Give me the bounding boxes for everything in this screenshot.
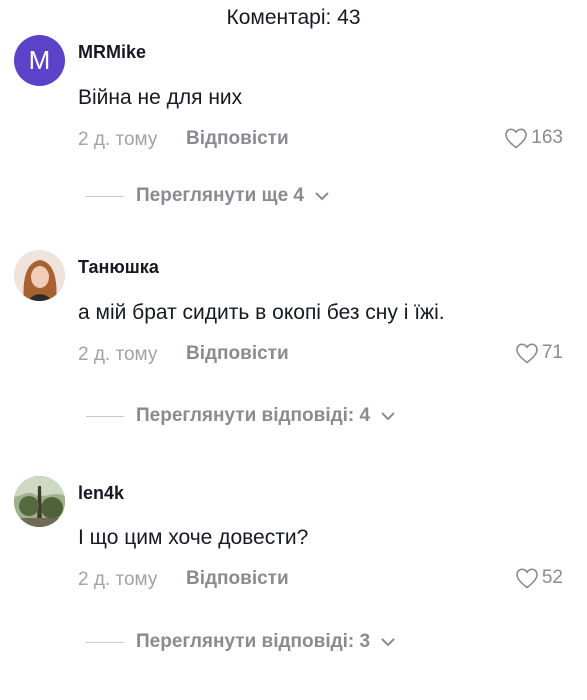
heart-icon	[516, 568, 538, 589]
view-replies-label: Переглянути ще 4	[136, 185, 304, 206]
like-count: 71	[541, 342, 563, 363]
divider-line	[86, 415, 124, 417]
comments-count-title: Коментарі: 43	[226, 6, 361, 29]
divider-line	[86, 641, 124, 643]
chevron-down-icon	[381, 412, 395, 421]
avatar[interactable]: M	[14, 35, 65, 86]
view-replies-button[interactable]: Переглянути відповіді: 3	[86, 631, 396, 653]
heart-icon	[516, 343, 538, 364]
view-replies-button[interactable]: Переглянути відповіді: 4	[86, 405, 396, 427]
comment-username[interactable]: Танюшка	[78, 257, 159, 278]
view-replies-button[interactable]: Переглянути ще 4	[86, 185, 330, 207]
chevron-down-icon	[315, 192, 329, 201]
comment-time: 2 д. тому	[78, 569, 158, 590]
comment-text: І що цим хоче довести?	[78, 526, 309, 549]
reply-button[interactable]: Відповісти	[186, 343, 289, 365]
avatar-letter: M	[28, 45, 51, 75]
user-photo-icon	[14, 476, 65, 527]
comment-username[interactable]: len4k	[78, 483, 124, 504]
comment-text: а мій брат сидить в окопі без сну і їжі.	[78, 301, 445, 324]
like-button[interactable]: 52	[515, 567, 563, 589]
reply-button[interactable]: Відповісти	[186, 128, 289, 150]
user-photo-icon	[14, 250, 65, 301]
comment-time: 2 д. тому	[78, 344, 158, 365]
comment-username[interactable]: MRMike	[78, 42, 146, 63]
comment-text: Війна не для них	[78, 86, 243, 109]
heart-icon	[505, 128, 528, 149]
reply-button[interactable]: Відповісти	[186, 568, 289, 590]
divider-line	[86, 195, 124, 197]
avatar[interactable]	[14, 250, 65, 301]
like-button[interactable]: 71	[515, 342, 563, 364]
view-replies-label: Переглянути відповіді: 3	[136, 631, 371, 652]
view-replies-label: Переглянути відповіді: 4	[136, 405, 371, 426]
comment-time: 2 д. тому	[78, 129, 158, 150]
like-count: 52	[541, 567, 563, 588]
avatar[interactable]	[14, 476, 65, 527]
like-button[interactable]: 163	[504, 127, 563, 149]
chevron-down-icon	[381, 638, 395, 647]
like-count: 163	[531, 127, 563, 148]
